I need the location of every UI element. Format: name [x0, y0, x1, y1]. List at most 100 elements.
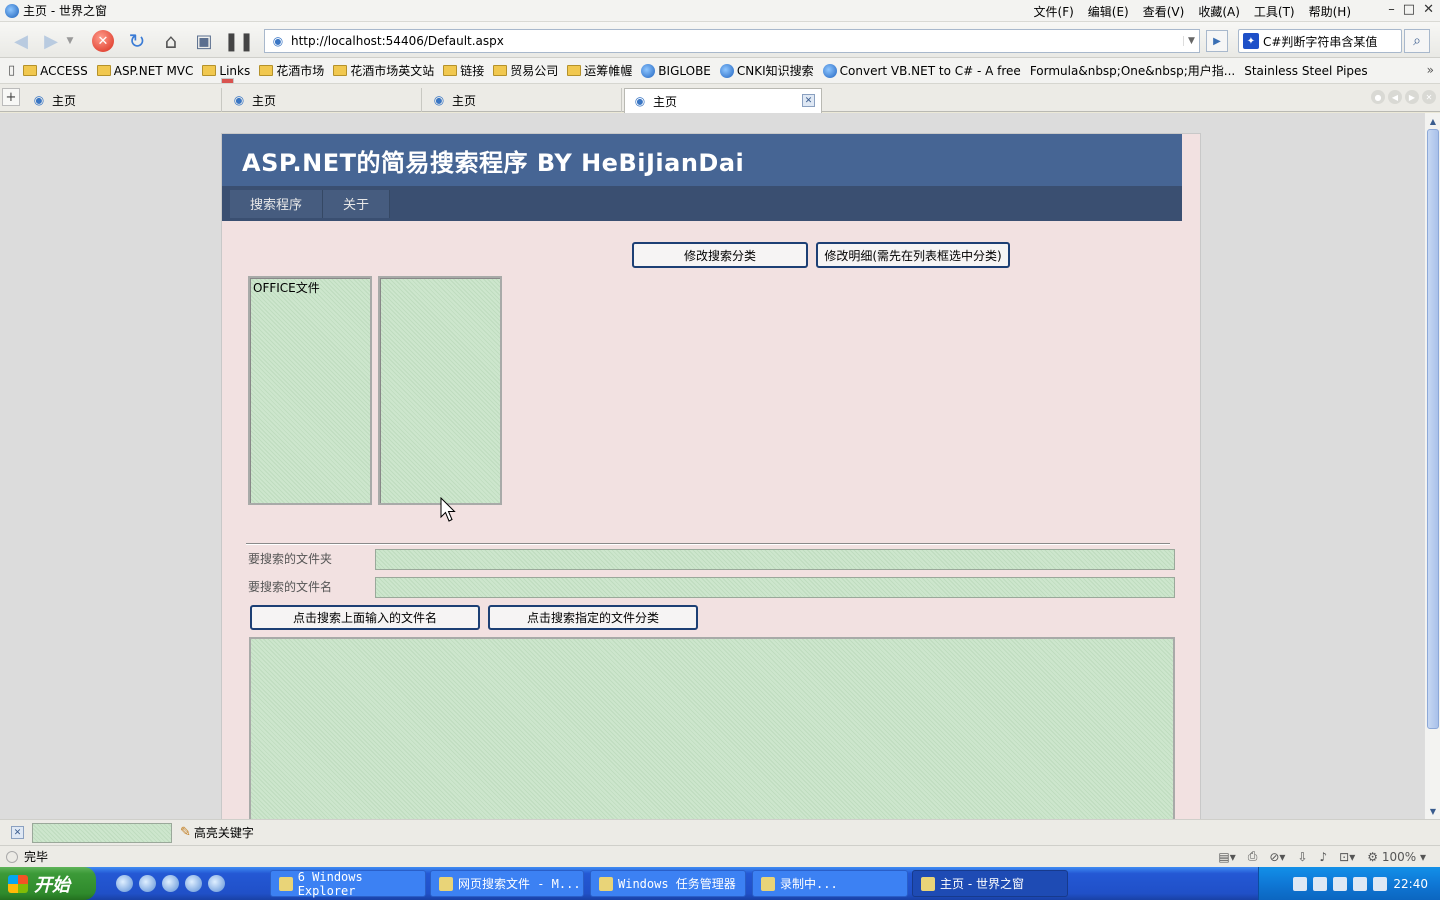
find-input[interactable] — [32, 822, 172, 843]
task-windows-explorer[interactable]: 6 Windows Explorer — [270, 870, 426, 898]
start-button[interactable]: 开始 — [0, 867, 96, 900]
modify-category-button[interactable]: 修改搜索分类 — [632, 242, 808, 268]
browser-icon[interactable] — [139, 875, 156, 892]
close-findbar-icon[interactable]: ✕ — [11, 826, 24, 839]
forward-arrow-icon[interactable]: ▶ — [38, 28, 64, 54]
vertical-scrollbar[interactable]: ▲ ▼ — [1424, 113, 1440, 819]
address-dropdown-icon[interactable]: ▼ — [1183, 36, 1199, 46]
favorite-item[interactable]: Stainless Steel Pipes — [221, 64, 1368, 83]
close-tab-icon[interactable]: ✕ — [802, 94, 815, 107]
screenshot-icon[interactable]: ⎙ — [1248, 849, 1258, 864]
menu-help[interactable]: 帮助(H) — [1302, 3, 1358, 20]
highlighter-pen-icon: ✎ — [180, 825, 191, 840]
bookmark-icon[interactable]: ❚❚ — [224, 28, 254, 54]
scroll-up-icon[interactable]: ▲ — [1426, 114, 1440, 128]
media-icon[interactable] — [162, 875, 179, 892]
minimize-icon[interactable]: – — [1388, 2, 1395, 17]
popup-blocker-icon[interactable]: ▤▾ — [1218, 850, 1235, 864]
category-listbox[interactable]: OFFICE文件 — [248, 276, 372, 505]
back-arrow-icon[interactable]: ◀ — [8, 28, 34, 54]
compass-icon[interactable]: ⊘▾ — [1269, 850, 1285, 864]
download-icon[interactable]: ⇩ — [1297, 850, 1307, 864]
folder-input[interactable] — [375, 549, 1175, 570]
favorite-item[interactable]: ASP.NET MVC — [96, 64, 193, 78]
favorite-item[interactable]: Convert VB.NET to C# - A free — [822, 63, 1021, 78]
menu-edit[interactable]: 编辑(E) — [1081, 3, 1136, 20]
keyboard-icon[interactable] — [1293, 876, 1308, 891]
tab-home-2[interactable]: ◉ 主页 — [224, 88, 422, 112]
back-icon[interactable] — [1333, 876, 1348, 891]
menu-favorites[interactable]: 收藏(A) — [1191, 3, 1247, 20]
stop-button[interactable]: ✕ — [90, 28, 116, 54]
tab-home-3[interactable]: ◉ 主页 — [424, 88, 622, 112]
tab-home-active[interactable]: ◉ 主页 ✕ — [624, 88, 822, 113]
favorite-item[interactable]: 贸易公司 — [493, 62, 558, 79]
ie-icon[interactable] — [116, 875, 133, 892]
close-icon[interactable]: ✕ — [1423, 2, 1434, 17]
scroll-thumb[interactable] — [1427, 129, 1439, 729]
favorite-item[interactable]: CNKI知识搜索 — [719, 62, 814, 79]
search-filename-button[interactable]: 点击搜索上面输入的文件名 — [250, 605, 480, 630]
go-arrow-icon[interactable]: ▶ — [1206, 30, 1228, 52]
new-tab-icon[interactable]: + — [2, 88, 20, 106]
history-dropdown-icon[interactable]: ▼ — [64, 28, 76, 54]
security-icon[interactable] — [1373, 876, 1388, 891]
help-icon[interactable] — [1313, 876, 1328, 891]
address-bar[interactable]: ◉ ▼ — [264, 29, 1200, 53]
filename-input[interactable] — [375, 577, 1175, 598]
tab-list-icon[interactable]: ● — [1371, 90, 1385, 104]
tab-home-1[interactable]: ◉ 主页 — [24, 88, 222, 112]
maximize-icon[interactable]: □ — [1403, 2, 1415, 17]
detail-listbox[interactable] — [378, 276, 502, 505]
favorites-more-icon[interactable]: » — [1427, 63, 1434, 77]
favorite-item[interactable]: 花酒市场 — [259, 62, 324, 79]
favorite-item[interactable]: 链接 — [443, 62, 484, 79]
task-browser[interactable]: 主页 - 世界之窗 — [912, 870, 1068, 897]
refresh-icon[interactable]: ↻ — [124, 28, 150, 54]
menu-file[interactable]: 文件(F) — [1027, 3, 1081, 20]
highlight-keywords-button[interactable]: ✎ 高亮关键字 — [180, 824, 254, 841]
desktop-icon[interactable] — [185, 875, 202, 892]
filename-label: 要搜索的文件名 — [248, 580, 333, 594]
network-icon[interactable] — [1353, 876, 1368, 891]
page-icon: ◉ — [634, 94, 646, 108]
search-engine-icon[interactable]: ✦ — [1243, 33, 1259, 49]
zoom-control[interactable]: ⚙ 100% ▾ — [1367, 850, 1426, 864]
favorite-item[interactable]: Links — [202, 64, 250, 78]
system-tray: 22:40 — [1258, 867, 1440, 900]
home-icon[interactable]: ⌂ — [158, 28, 184, 54]
favorite-item[interactable]: 运筹帷幄 — [567, 62, 632, 79]
nav-about[interactable]: 关于 — [323, 189, 391, 218]
url-input[interactable] — [291, 31, 1183, 51]
search-box[interactable]: ✦ — [1238, 29, 1402, 53]
modify-detail-button[interactable]: 修改明细(需先在列表框选中分类) — [816, 242, 1010, 268]
tab-next-icon[interactable]: ▶ — [1405, 90, 1419, 104]
tool-icon[interactable] — [208, 875, 225, 892]
favorites-book-icon[interactable]: ▯ — [8, 63, 15, 78]
favorite-item[interactable]: 花酒市场英文站 — [333, 62, 434, 79]
search-input[interactable] — [1263, 34, 1389, 48]
task-task-manager[interactable]: Windows 任务管理器 — [590, 870, 746, 897]
list-item[interactable]: OFFICE文件 — [250, 278, 370, 297]
folder-icon — [96, 65, 111, 76]
nav-search-program[interactable]: 搜索程序 — [230, 189, 324, 218]
menu-view[interactable]: 查看(V) — [1136, 3, 1192, 20]
tab-close-all-icon[interactable]: ✕ — [1422, 90, 1436, 104]
scroll-down-icon[interactable]: ▼ — [1426, 804, 1440, 818]
volume-icon[interactable]: ♪ — [1320, 850, 1328, 864]
find-bar: ✕ ✎ 高亮关键字 — [0, 819, 1440, 845]
page-icon: ◉ — [433, 93, 445, 107]
task-recording[interactable]: 录制中... — [752, 870, 908, 897]
menu-tools[interactable]: 工具(T) — [1247, 3, 1302, 20]
task-search-files[interactable]: 网页搜索文件 - M... — [430, 870, 584, 897]
favorite-item[interactable]: Formula&nbsp;One&nbsp;用户指... — [221, 62, 1235, 83]
ie-icon — [822, 63, 837, 78]
favorite-item[interactable]: BIGLOBE — [641, 63, 711, 78]
results-textarea[interactable] — [249, 637, 1175, 819]
tab-prev-icon[interactable]: ◀ — [1388, 90, 1402, 104]
search-icon[interactable]: ⌕ — [1404, 29, 1430, 53]
network-icon[interactable]: ⊡▾ — [1339, 850, 1355, 864]
save-page-icon[interactable]: ▣ — [191, 28, 217, 54]
search-category-button[interactable]: 点击搜索指定的文件分类 — [488, 605, 698, 630]
favorite-item[interactable]: ACCESS — [23, 64, 88, 78]
